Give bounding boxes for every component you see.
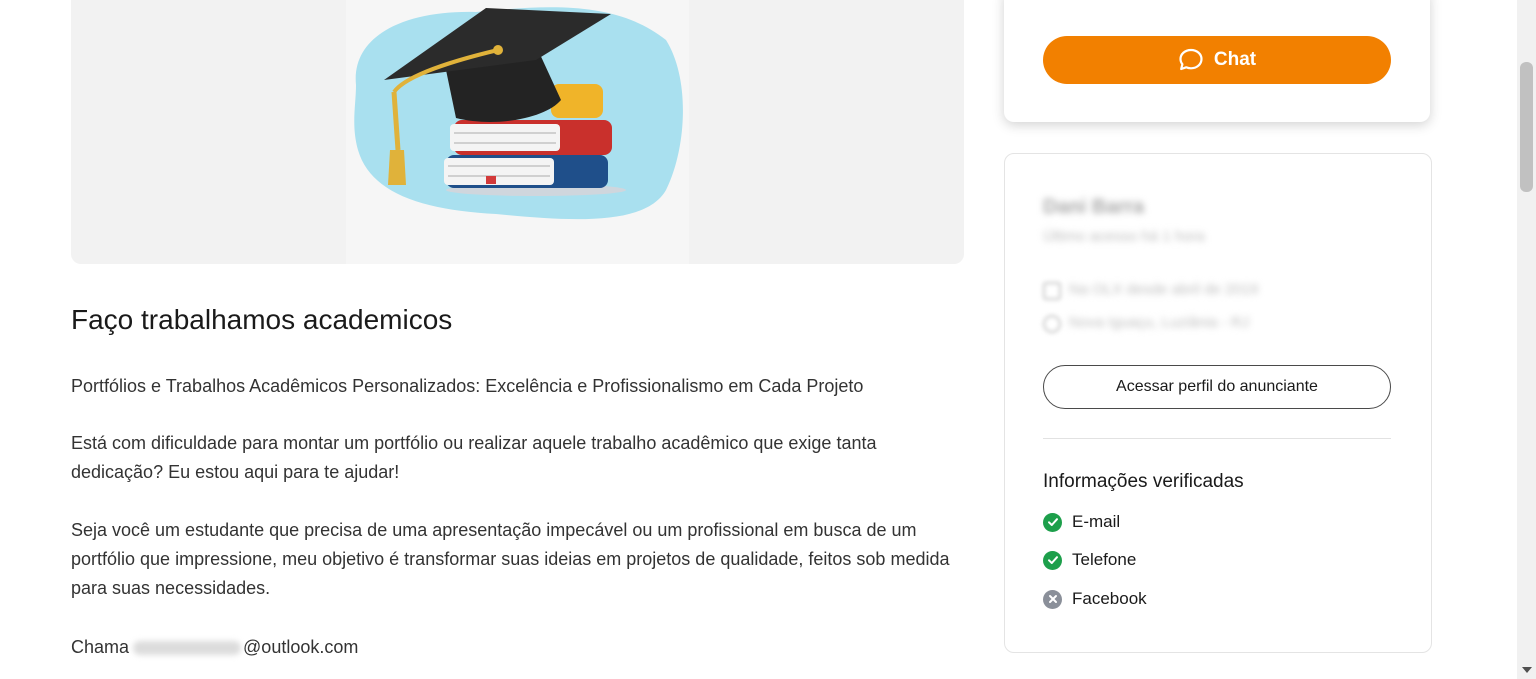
chat-button-label: Chat [1213,49,1257,70]
scrollbar-thumb[interactable] [1520,62,1533,192]
seller-last-access: Último acesso há 1 hora [1043,228,1205,245]
verified-info-title: Informações verificadas [1043,471,1244,492]
ad-description-paragraph: Seja você um estudante que precisa de um… [71,520,950,598]
contact-prefix: Chama [71,637,130,657]
ad-title: Faço trabalhamos academicos [71,304,453,335]
verified-item-facebook: Facebook [1043,589,1147,609]
seller-since: Na OLX desde abril de 2019 [1069,281,1259,298]
ad-image[interactable] [71,0,964,264]
redacted-email-user [133,641,242,656]
chat-bubble-icon [1179,48,1203,71]
verified-item-label: Facebook [1072,589,1147,608]
graduation-cap-books-illustration [354,7,683,220]
verified-item-label: E-mail [1072,512,1121,531]
divider [1043,438,1391,439]
chat-button[interactable]: Chat [1043,36,1391,84]
calendar-icon [1043,282,1061,300]
verified-item-email: E-mail [1043,512,1120,532]
scroll-down-arrow-icon[interactable] [1522,667,1532,673]
verified-item-label: Telefone [1072,550,1137,569]
contact-suffix: @outlook.com [243,637,359,657]
x-circle-icon [1043,589,1062,609]
verified-item-phone: Telefone [1043,550,1136,570]
seller-name[interactable]: Dani Barra [1043,196,1144,219]
check-circle-icon [1043,512,1062,532]
ad-image-frame [346,0,689,264]
ad-description-headline: Portfólios e Trabalhos Acadêmicos Person… [71,376,864,396]
ad-description-paragraph: Está com dificuldade para montar um port… [71,433,877,482]
seller-location: Nova Iguaçu, Luziânia - RJ [1069,314,1250,331]
location-pin-icon [1043,315,1061,333]
check-circle-icon [1043,550,1062,570]
ad-contact-line: Chama @outlook.com [71,633,971,662]
seller-profile-button[interactable]: Acessar perfil do anunciante [1043,365,1391,409]
